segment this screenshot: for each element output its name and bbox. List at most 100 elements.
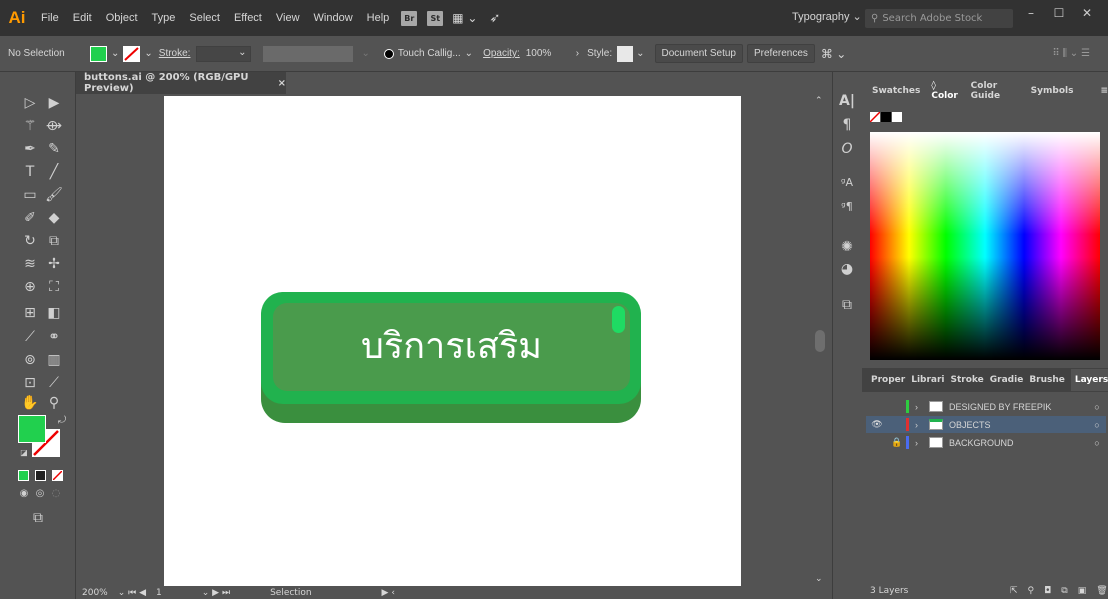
scroll-up-icon[interactable]: ⌃	[815, 96, 823, 106]
none-mode-icon[interactable]	[52, 470, 63, 481]
shaper-tool-icon[interactable]: ✐	[20, 209, 40, 227]
black-swatch[interactable]	[881, 112, 891, 122]
menu-file[interactable]: File	[34, 12, 66, 24]
lasso-tool-icon[interactable]: ⟴	[44, 117, 64, 135]
fill-swatch[interactable]	[90, 45, 107, 62]
stock-button[interactable]: St	[427, 10, 444, 26]
fill-dropdown-icon[interactable]: ⌄	[111, 48, 119, 59]
lock-icon[interactable]: 🔒	[888, 437, 906, 448]
curvature-tool-icon[interactable]: ✎	[44, 140, 64, 158]
menu-help[interactable]: Help	[360, 12, 397, 24]
rectangle-tool-icon[interactable]: ▭	[20, 186, 40, 204]
tab-properties[interactable]: Proper	[871, 375, 905, 385]
free-transform-tool-icon[interactable]: ✢	[44, 255, 64, 273]
tab-libraries[interactable]: Librari	[911, 375, 944, 385]
stroke-dropdown-icon[interactable]: ⌄	[144, 48, 152, 59]
target-icon[interactable]: ○	[1088, 438, 1106, 448]
menu-effect[interactable]: Effect	[227, 12, 269, 24]
minimize-icon[interactable]: –	[1020, 6, 1042, 20]
layer-name[interactable]: DESIGNED BY FREEPIK	[949, 402, 1088, 412]
slice-tool-icon[interactable]: ⟋	[44, 374, 64, 392]
symbol-sprayer-tool-icon[interactable]: ⊚	[20, 351, 40, 369]
pen-tool-icon[interactable]: ✒	[20, 140, 40, 158]
tab-brushes[interactable]: Brushe	[1029, 375, 1065, 385]
stroke-label[interactable]: Stroke:	[159, 48, 191, 59]
vertical-scrollbar[interactable]: ⌃ ⌄	[812, 94, 828, 586]
bridge-button[interactable]: Br	[401, 10, 418, 26]
target-icon[interactable]: ○	[1088, 420, 1106, 430]
preferences-button[interactable]: Preferences	[747, 44, 815, 63]
opacity-arrow-icon[interactable]: ›	[576, 48, 579, 59]
character-icon[interactable]: A|	[837, 92, 857, 110]
maximize-icon[interactable]: ☐	[1048, 6, 1070, 20]
gradient-tool-icon[interactable]: ◧	[44, 304, 64, 322]
hand-tool-icon[interactable]: ✋	[20, 394, 40, 412]
menu-object[interactable]: Object	[99, 12, 145, 24]
white-swatch[interactable]	[892, 112, 902, 122]
screen-mode-icon[interactable]: ⧉	[28, 509, 48, 527]
clipping-mask-icon[interactable]: ◘	[1044, 586, 1051, 596]
layer-row[interactable]: 👁 › OBJECTS ○	[866, 416, 1106, 433]
draw-inside-icon[interactable]: ◌	[46, 485, 66, 503]
perspective-grid-tool-icon[interactable]: ⛶	[44, 278, 64, 296]
color-spectrum[interactable]	[870, 132, 1100, 360]
status-text[interactable]: Selection	[270, 588, 311, 598]
paintbrush-tool-icon[interactable]: 🖌	[44, 186, 64, 204]
opentype-icon[interactable]: O	[837, 140, 857, 158]
tab-swatches[interactable]: Swatches	[872, 86, 920, 96]
arrange-docs-icon[interactable]: ▦ ⌄	[452, 11, 477, 25]
button-art-label[interactable]: บริการเสริม	[273, 317, 630, 377]
trash-icon[interactable]: 🗑	[1096, 586, 1107, 596]
warp-tool-icon[interactable]: ≋	[20, 255, 40, 273]
layer-row[interactable]: 🔒 › BACKGROUND ○	[866, 434, 1106, 451]
graphic-styles-icon[interactable]: ◕	[837, 260, 857, 278]
fill-color-box-front[interactable]	[18, 415, 46, 443]
menu-select[interactable]: Select	[182, 12, 227, 24]
target-icon[interactable]: ○	[1088, 402, 1106, 412]
new-sublayer-icon[interactable]: ⧉	[1061, 586, 1067, 596]
profile-dropdown-icon[interactable]: ⌄	[361, 48, 369, 59]
column-graph-tool-icon[interactable]: ▥	[44, 351, 64, 369]
appearance-icon[interactable]: ✺	[837, 238, 857, 256]
tab-gradient[interactable]: Gradie	[990, 375, 1024, 385]
document-tab[interactable]: buttons.ai @ 200% (RGB/GPU Preview) ×	[76, 72, 286, 94]
default-colors-icon[interactable]: ◪	[14, 444, 34, 462]
rotate-tool-icon[interactable]: ↻	[20, 232, 40, 250]
align-icon[interactable]: ⠿ ⫼ ⌄ ☰	[1052, 48, 1090, 59]
zoom-tool-icon[interactable]: ⚲	[44, 394, 64, 412]
none-swatch[interactable]	[870, 112, 880, 122]
chevron-right-icon[interactable]: ›	[915, 420, 929, 430]
layer-name[interactable]: OBJECTS	[949, 420, 1088, 430]
document-setup-button[interactable]: Document Setup	[654, 44, 743, 63]
gpu-performance-icon[interactable]: ➶	[490, 11, 501, 26]
direct-selection-tool-icon[interactable]: ▶	[44, 94, 64, 112]
stroke-swatch[interactable]	[123, 45, 141, 62]
panel-menu-icon[interactable]: ≡	[1100, 86, 1108, 96]
chevron-right-icon[interactable]: ›	[915, 438, 929, 448]
variable-width-field[interactable]	[263, 45, 354, 62]
blend-tool-icon[interactable]: ⚭	[44, 328, 64, 346]
line-tool-icon[interactable]: ╱	[44, 163, 64, 181]
workspace-switcher[interactable]: Typography ⌄	[792, 10, 862, 23]
brush-dropdown[interactable]: Touch Callig... ⌄	[383, 48, 473, 59]
selection-tool-icon[interactable]: ▷	[20, 94, 40, 112]
magic-wand-tool-icon[interactable]: ⚚	[20, 117, 40, 135]
eyedropper-tool-icon[interactable]: ⟋	[20, 328, 40, 346]
locate-object-icon[interactable]: ⚲	[1028, 586, 1035, 596]
menu-type[interactable]: Type	[145, 12, 183, 24]
new-layer-icon[interactable]: ▣	[1078, 586, 1087, 596]
color-mode-icon[interactable]	[18, 470, 29, 481]
chevron-right-icon[interactable]: ›	[915, 402, 929, 412]
close-icon[interactable]: ✕	[1076, 6, 1098, 20]
eye-icon[interactable]: 👁	[866, 419, 888, 430]
menu-window[interactable]: Window	[307, 12, 360, 24]
paragraph-styles-icon[interactable]: ᵍ¶	[837, 198, 857, 216]
zoom-dropdown-icon[interactable]: ⌄ ⏮ ◀	[118, 588, 146, 598]
character-styles-icon[interactable]: ᵍA	[837, 174, 857, 192]
close-tab-icon[interactable]: ×	[278, 78, 286, 89]
tab-color-guide[interactable]: Color Guide	[971, 81, 1020, 101]
scroll-down-icon[interactable]: ⌄	[815, 574, 823, 584]
shape-builder-tool-icon[interactable]: ⊕	[20, 278, 40, 296]
tab-layers[interactable]: Layers	[1070, 369, 1108, 391]
layer-row[interactable]: › DESIGNED BY FREEPIK ○	[866, 398, 1106, 415]
